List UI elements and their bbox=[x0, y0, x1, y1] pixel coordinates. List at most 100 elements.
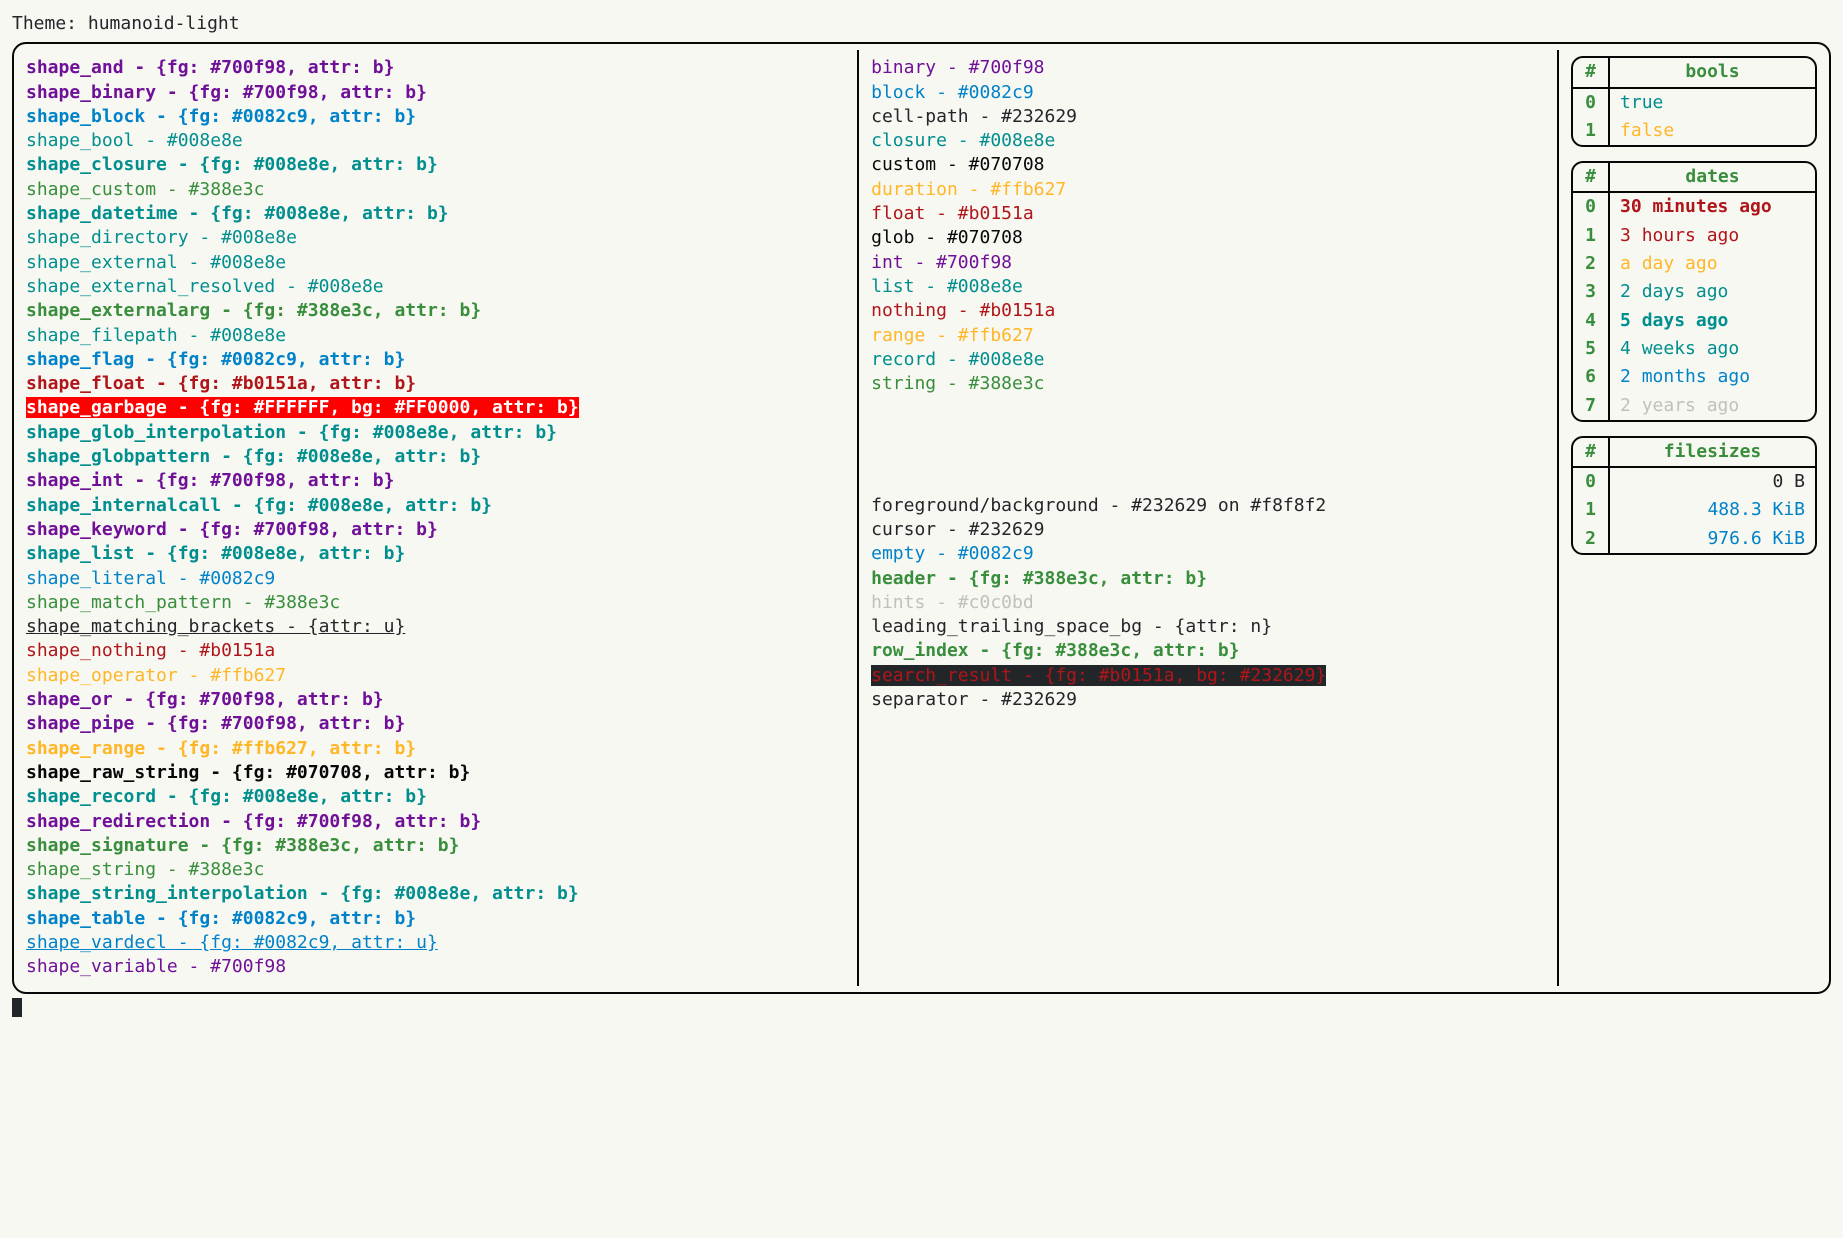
theme-entry-text: row_index - {fg: #388e3c, attr: b} bbox=[871, 640, 1239, 661]
table-row: 13 hours ago bbox=[1573, 222, 1815, 250]
theme-entry: shape_internalcall - {fg: #008e8e, attr:… bbox=[26, 494, 845, 518]
row-value: 3 hours ago bbox=[1609, 222, 1815, 250]
theme-entry: row_index - {fg: #388e3c, attr: b} bbox=[871, 639, 1545, 663]
theme-entry-text: shape_literal - #0082c9 bbox=[26, 568, 275, 589]
row-index: 6 bbox=[1573, 363, 1609, 391]
theme-entry-text: shape_operator - #ffb627 bbox=[26, 665, 286, 686]
table-index-header: # bbox=[1573, 58, 1609, 87]
theme-entry: shape_or - {fg: #700f98, attr: b} bbox=[26, 688, 845, 712]
table-index-header: # bbox=[1573, 163, 1609, 192]
theme-entry-text: cell-path - #232629 bbox=[871, 106, 1077, 127]
theme-entry: shape_literal - #0082c9 bbox=[26, 567, 845, 591]
theme-entry-text: shape_datetime - {fg: #008e8e, attr: b} bbox=[26, 203, 449, 224]
theme-entry-text: shape_redirection - {fg: #700f98, attr: … bbox=[26, 811, 481, 832]
theme-entry-text: header - {fg: #388e3c, attr: b} bbox=[871, 568, 1207, 589]
table-row: 72 years ago bbox=[1573, 392, 1815, 420]
theme-entry-text: shape_float - {fg: #b0151a, attr: b} bbox=[26, 373, 416, 394]
theme-entry-text: shape_flag - {fg: #0082c9, attr: b} bbox=[26, 349, 405, 370]
theme-entry: shape_variable - #700f98 bbox=[26, 955, 845, 979]
theme-entry-text: shape_custom - #388e3c bbox=[26, 179, 264, 200]
theme-entry-text: shape_matching_brackets - {attr: u} bbox=[26, 616, 405, 637]
row-value: 2 years ago bbox=[1609, 392, 1815, 420]
theme-entry-text: record - #008e8e bbox=[871, 349, 1044, 370]
theme-entry-text: shape_external - #008e8e bbox=[26, 252, 286, 273]
theme-entry-text: shape_table - {fg: #0082c9, attr: b} bbox=[26, 908, 416, 929]
theme-entry-text: shape_or - {fg: #700f98, attr: b} bbox=[26, 689, 384, 710]
theme-entry-text: shape_vardecl - {fg: #0082c9, attr: u} bbox=[26, 932, 438, 953]
theme-entry: separator - #232629 bbox=[871, 688, 1545, 712]
theme-entry-text: shape_match_pattern - #388e3c bbox=[26, 592, 340, 613]
theme-entry: shape_external - #008e8e bbox=[26, 251, 845, 275]
table-row: 2976.6 KiB bbox=[1573, 525, 1815, 553]
row-value: 5 days ago bbox=[1609, 307, 1815, 335]
theme-entry: cursor - #232629 bbox=[871, 518, 1545, 542]
theme-entry-text: shape_bool - #008e8e bbox=[26, 130, 243, 151]
theme-entry: shape_directory - #008e8e bbox=[26, 226, 845, 250]
theme-entry: foreground/background - #232629 on #f8f8… bbox=[871, 494, 1545, 518]
theme-entry: block - #0082c9 bbox=[871, 81, 1545, 105]
theme-entry-text: shape_int - {fg: #700f98, attr: b} bbox=[26, 470, 394, 491]
theme-entry: shape_custom - #388e3c bbox=[26, 178, 845, 202]
theme-entry: shape_externalarg - {fg: #388e3c, attr: … bbox=[26, 299, 845, 323]
theme-entry: float - #b0151a bbox=[871, 202, 1545, 226]
table-row: 00 B bbox=[1573, 467, 1815, 496]
theme-entry: shape_raw_string - {fg: #070708, attr: b… bbox=[26, 761, 845, 785]
table-row: 62 months ago bbox=[1573, 363, 1815, 391]
theme-entry-text: shape_pipe - {fg: #700f98, attr: b} bbox=[26, 713, 405, 734]
row-value: a day ago bbox=[1609, 250, 1815, 278]
theme-entry: shape_table - {fg: #0082c9, attr: b} bbox=[26, 907, 845, 931]
row-value: 0 B bbox=[1609, 467, 1815, 496]
types-misc-column: binary - #700f98 block - #0082c9 cell-path… bbox=[859, 50, 1559, 985]
theme-entry: shape_record - {fg: #008e8e, attr: b} bbox=[26, 785, 845, 809]
row-value: 976.6 KiB bbox=[1609, 525, 1815, 553]
table-row: 1false bbox=[1573, 117, 1815, 145]
theme-entry: shape_match_pattern - #388e3c bbox=[26, 591, 845, 615]
theme-entry-text: range - #ffb627 bbox=[871, 325, 1034, 346]
theme-entry-text: string - #388e3c bbox=[871, 373, 1044, 394]
theme-entry: cell-path - #232629 bbox=[871, 105, 1545, 129]
row-index: 2 bbox=[1573, 250, 1609, 278]
theme-entry-text: glob - #070708 bbox=[871, 227, 1023, 248]
theme-entry: nothing - #b0151a bbox=[871, 299, 1545, 323]
theme-preview-box: shape_and - {fg: #700f98, attr: b} shape_… bbox=[12, 42, 1831, 993]
bools-table: #bools0true1false bbox=[1571, 56, 1817, 147]
theme-entry-text: custom - #070708 bbox=[871, 154, 1044, 175]
theme-entry: shape_vardecl - {fg: #0082c9, attr: u} bbox=[26, 931, 845, 955]
theme-entry-text: shape_raw_string - {fg: #070708, attr: b… bbox=[26, 762, 470, 783]
theme-entry: shape_int - {fg: #700f98, attr: b} bbox=[26, 469, 845, 493]
theme-header: Theme: humanoid-light bbox=[12, 12, 1831, 36]
theme-entry-text: shape_and - {fg: #700f98, attr: b} bbox=[26, 57, 394, 78]
theme-entry-text: float - #b0151a bbox=[871, 203, 1034, 224]
theme-entry-text: shape_glob_interpolation - {fg: #008e8e,… bbox=[26, 422, 557, 443]
table-header: dates bbox=[1609, 163, 1815, 192]
theme-entry-text: shape_filepath - #008e8e bbox=[26, 325, 286, 346]
theme-entry-text: shape_internalcall - {fg: #008e8e, attr:… bbox=[26, 495, 492, 516]
theme-entry-text: hints - #c0c0bd bbox=[871, 592, 1034, 613]
row-index: 7 bbox=[1573, 392, 1609, 420]
theme-entry: shape_signature - {fg: #388e3c, attr: b} bbox=[26, 834, 845, 858]
theme-entry: shape_external_resolved - #008e8e bbox=[26, 275, 845, 299]
table-row: 1488.3 KiB bbox=[1573, 496, 1815, 524]
theme-name: humanoid-light bbox=[88, 13, 240, 34]
row-index: 0 bbox=[1573, 192, 1609, 221]
table-row: 030 minutes ago bbox=[1573, 192, 1815, 221]
theme-entry: shape_closure - {fg: #008e8e, attr: b} bbox=[26, 153, 845, 177]
theme-entry-text: binary - #700f98 bbox=[871, 57, 1044, 78]
theme-entry: shape_list - {fg: #008e8e, attr: b} bbox=[26, 542, 845, 566]
row-index: 1 bbox=[1573, 117, 1609, 145]
theme-entry: shape_binary - {fg: #700f98, attr: b} bbox=[26, 81, 845, 105]
theme-entry-text: shape_string - #388e3c bbox=[26, 859, 264, 880]
theme-entry: duration - #ffb627 bbox=[871, 178, 1545, 202]
theme-entry: binary - #700f98 bbox=[871, 56, 1545, 80]
theme-entry: hints - #c0c0bd bbox=[871, 591, 1545, 615]
theme-entry: shape_float - {fg: #b0151a, attr: b} bbox=[26, 372, 845, 396]
theme-entry: int - #700f98 bbox=[871, 251, 1545, 275]
theme-entry: shape_datetime - {fg: #008e8e, attr: b} bbox=[26, 202, 845, 226]
theme-entry-text: shape_list - {fg: #008e8e, attr: b} bbox=[26, 543, 405, 564]
theme-entry-text: duration - #ffb627 bbox=[871, 179, 1066, 200]
terminal-cursor bbox=[12, 998, 22, 1018]
row-index: 2 bbox=[1573, 525, 1609, 553]
theme-entry: shape_pipe - {fg: #700f98, attr: b} bbox=[26, 712, 845, 736]
theme-entry-text: shape_binary - {fg: #700f98, attr: b} bbox=[26, 82, 427, 103]
theme-entry-text: block - #0082c9 bbox=[871, 82, 1034, 103]
